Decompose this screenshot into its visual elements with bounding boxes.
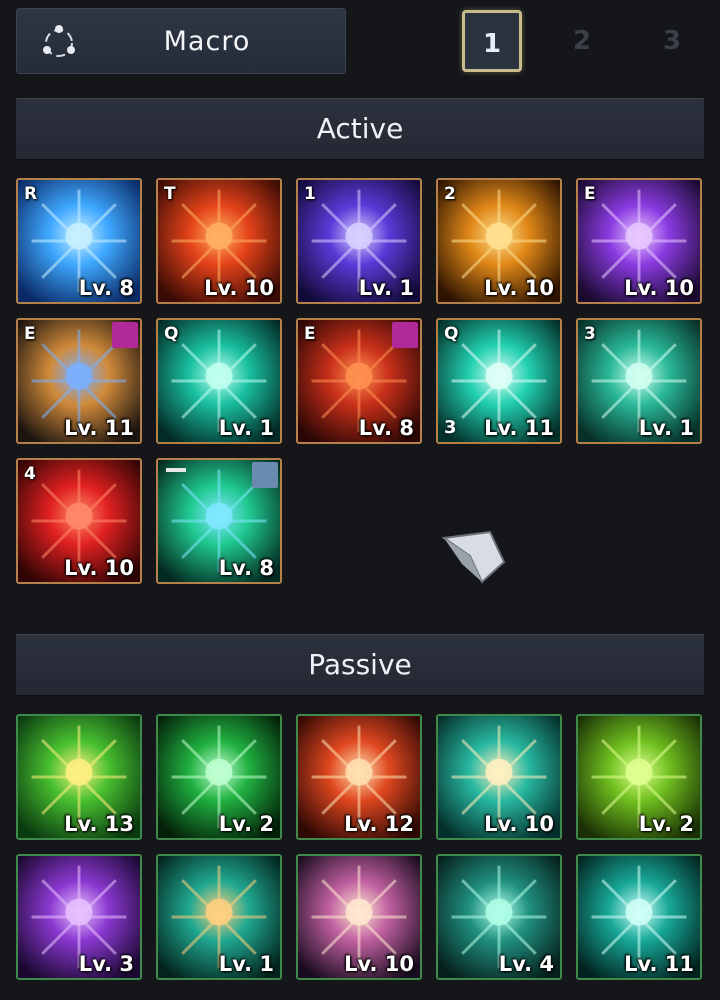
hotkey-label: T [164,184,176,204]
passive-skill-slot[interactable]: Lv. 11 [576,854,702,980]
hotkey-label: 2 [444,184,456,204]
skill-level: Lv. 8 [78,276,134,300]
top-bar: Macro 1 2 3 [0,0,720,90]
hotkey-label: Q [444,324,459,344]
skill-level: Lv. 10 [344,952,414,976]
passive-skill-slot[interactable]: Lv. 10 [296,854,422,980]
skill-level: Lv. 13 [64,812,134,836]
passive-skill-slot[interactable]: Lv. 2 [156,714,282,840]
spacebar-key-icon [166,468,186,472]
macro-button[interactable]: Macro [16,8,346,74]
page-tab-1[interactable]: 1 [462,10,522,72]
skill-level: Lv. 8 [358,416,414,440]
skill-level: Lv. 2 [638,812,694,836]
rune-badge-icon [392,322,418,348]
hotkey-label: 1 [304,184,316,204]
active-skill-slot[interactable]: E Lv. 11 [16,318,142,444]
active-skill-slot[interactable]: 4 Lv. 10 [16,458,142,584]
skill-level: Lv. 10 [64,556,134,580]
skill-level: Lv. 8 [218,556,274,580]
active-skill-slot[interactable]: Lv. 8 [156,458,282,584]
passive-skill-slot[interactable]: Lv. 1 [156,854,282,980]
macro-cycle-icon [43,25,75,57]
active-section-header: Active [16,98,704,160]
active-skill-slot[interactable]: 2 Lv. 10 [436,178,562,304]
skill-level: Lv. 11 [484,416,554,440]
rune-badge-icon [112,322,138,348]
skill-level: Lv. 11 [624,952,694,976]
skill-level: Lv. 4 [498,952,554,976]
skill-level: Lv. 10 [624,276,694,300]
active-skill-slot[interactable]: Q 3 Lv. 11 [436,318,562,444]
passive-skill-slot[interactable]: Lv. 12 [296,714,422,840]
passive-skill-slot[interactable]: Lv. 3 [16,854,142,980]
page-tab-2[interactable]: 2 [552,10,612,72]
skill-level: Lv. 11 [64,416,134,440]
hotkey-label: 3 [584,324,596,344]
skill-level: Lv. 12 [344,812,414,836]
passive-skill-slot[interactable]: Lv. 10 [436,714,562,840]
active-skill-slot[interactable]: Q Lv. 1 [156,318,282,444]
active-skill-slot[interactable]: 3 Lv. 1 [576,318,702,444]
active-skill-slot[interactable]: E Lv. 10 [576,178,702,304]
skill-level: Lv. 10 [204,276,274,300]
active-skill-slot[interactable]: R Lv. 8 [16,178,142,304]
hotkey-label: E [584,184,596,204]
rune-badge-icon [252,462,278,488]
macro-label: Macro [163,26,251,57]
page-tab-3[interactable]: 3 [642,10,702,72]
skill-level: Lv. 10 [484,276,554,300]
passive-skill-slot[interactable]: Lv. 4 [436,854,562,980]
active-skill-slot[interactable]: E Lv. 8 [296,318,422,444]
hotkey-label: R [24,184,38,204]
passive-skill-slot[interactable]: Lv. 2 [576,714,702,840]
hotkey-label: 4 [24,464,36,484]
skill-level: Lv. 2 [218,812,274,836]
hotkey-label: E [24,324,36,344]
passive-section-header: Passive [16,634,704,696]
skill-level: Lv. 10 [484,812,554,836]
passive-skill-slot[interactable]: Lv. 13 [16,714,142,840]
skill-level: Lv. 1 [358,276,414,300]
stack-count: 3 [444,417,457,438]
skill-level: Lv. 1 [638,416,694,440]
active-skill-slot[interactable]: T Lv. 10 [156,178,282,304]
skill-level: Lv. 3 [78,952,134,976]
skill-level: Lv. 1 [218,416,274,440]
skill-level: Lv. 1 [218,952,274,976]
hotkey-label: Q [164,324,179,344]
pointer-cursor-icon [441,530,506,584]
active-skill-slot[interactable]: 1 Lv. 1 [296,178,422,304]
hotkey-label: E [304,324,316,344]
